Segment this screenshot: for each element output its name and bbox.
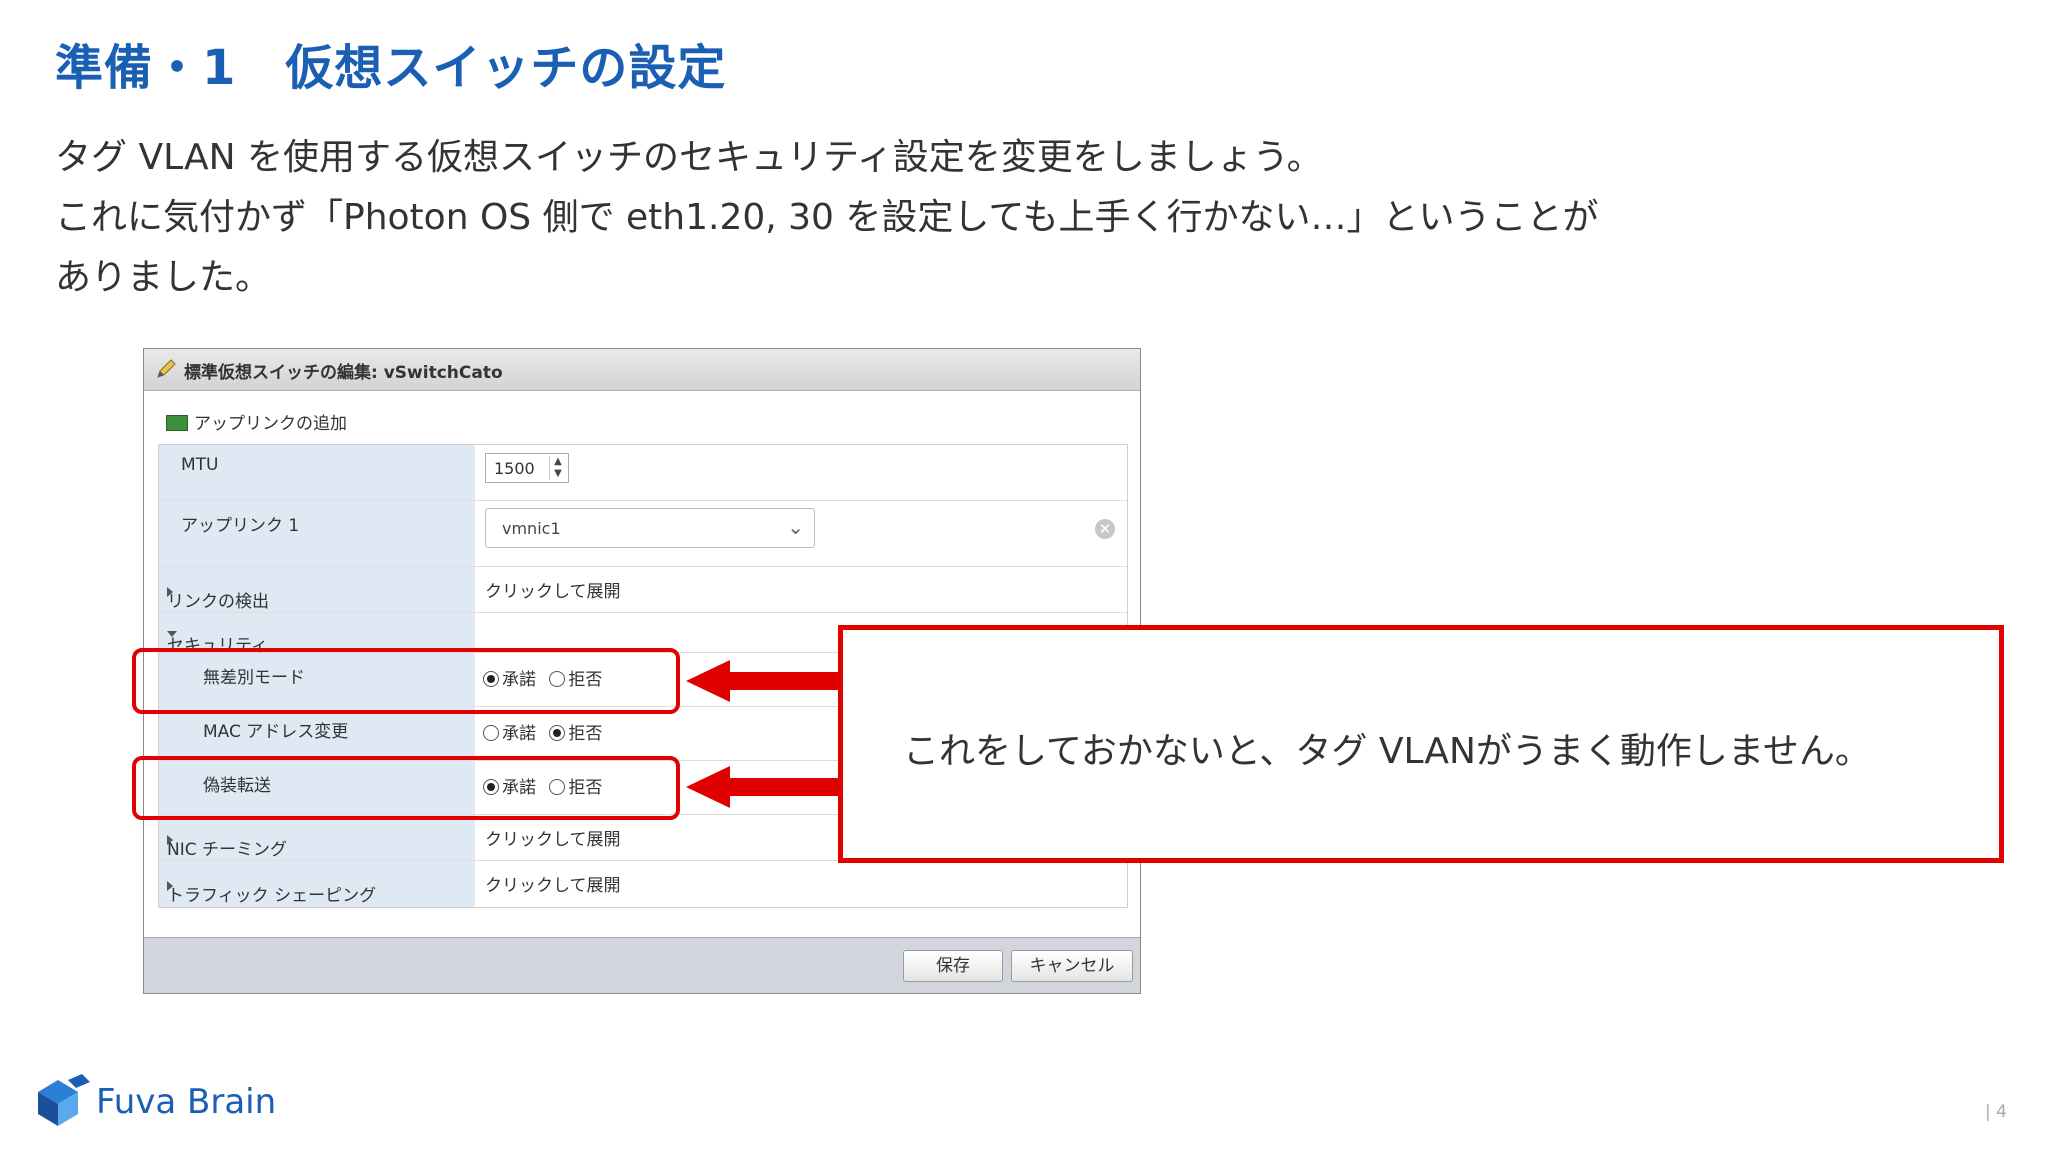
slide-title: 準備・1 仮想スイッチの設定 — [55, 40, 727, 96]
chevron-down-icon: ⌄ — [787, 515, 804, 539]
add-uplink-label: アップリンクの追加 — [194, 414, 347, 434]
mtu-value: 1500 — [494, 459, 535, 478]
nic-teaming-expand[interactable]: クリックして展開 — [485, 825, 621, 850]
row-link-discovery[interactable]: リンクの検出 クリックして展開 — [159, 567, 1127, 613]
remove-uplink-icon[interactable]: × — [1095, 519, 1115, 539]
row-mtu: MTU 1500 ▲ ▼ — [159, 445, 1127, 501]
cancel-button[interactable]: キャンセル — [1011, 950, 1133, 982]
mac-change-reject-radio[interactable] — [549, 725, 566, 741]
add-uplink-link[interactable]: アップリンクの追加 — [166, 409, 347, 434]
uplink-select-value: vmnic1 — [502, 519, 561, 538]
stepper-arrows-icon[interactable]: ▲ ▼ — [549, 456, 566, 480]
page-number: | 4 — [1985, 1102, 2007, 1122]
callout-text: これをしておかないと、タグ VLANがうまく動作しません。 — [903, 731, 1871, 772]
logo-text: Fuva Brain — [96, 1082, 277, 1122]
row-traffic-shaping[interactable]: トラフィック シェーピング クリックして展開 — [159, 861, 1127, 907]
dialog-footer: 保存 キャンセル — [144, 937, 1140, 993]
traffic-shaping-expand[interactable]: クリックして展開 — [485, 871, 621, 896]
network-card-icon — [166, 415, 188, 431]
intro-text: タグ VLAN を使用する仮想スイッチのセキュリティ設定を変更をしましょう。 こ… — [55, 128, 1599, 308]
dialog-title: 標準仮想スイッチの編集: vSwitchCato — [184, 363, 503, 383]
intro-line-2: これに気付かず「Photon OS 側で eth1.20, 30 を設定しても上… — [55, 197, 1599, 238]
intro-line-1: タグ VLAN を使用する仮想スイッチのセキュリティ設定を変更をしましょう。 — [55, 137, 1323, 178]
left-arrow-icon — [686, 660, 846, 702]
dialog-header: 標準仮想スイッチの編集: vSwitchCato — [144, 349, 1140, 391]
uplink-select[interactable]: vmnic1 ⌄ — [485, 508, 815, 548]
forged-highlight-box — [132, 756, 680, 820]
link-discovery-expand[interactable]: クリックして展開 — [485, 577, 621, 602]
traffic-shaping-label: トラフィック シェーピング — [167, 886, 377, 906]
nic-teaming-label: NIC チーミング — [167, 840, 288, 860]
pencil-icon — [157, 359, 176, 378]
row-uplink: アップリンク 1 vmnic1 ⌄ × — [159, 501, 1127, 567]
mac-change-label: MAC アドレス変更 — [203, 722, 349, 742]
link-discovery-label: リンクの検出 — [167, 592, 269, 612]
mtu-stepper[interactable]: 1500 ▲ ▼ — [485, 453, 569, 483]
mac-change-accept-radio[interactable] — [483, 725, 499, 741]
promiscuous-highlight-box — [132, 648, 680, 714]
mac-change-radio-group: 承諾 拒否 — [483, 719, 610, 744]
intro-line-3: ありました。 — [55, 257, 272, 298]
uplink-label: アップリンク 1 — [181, 516, 300, 536]
save-button[interactable]: 保存 — [903, 950, 1003, 982]
mtu-label: MTU — [181, 455, 219, 475]
left-arrow-icon — [686, 766, 846, 808]
callout-box: これをしておかないと、タグ VLANがうまく動作しません。 — [838, 625, 2004, 863]
